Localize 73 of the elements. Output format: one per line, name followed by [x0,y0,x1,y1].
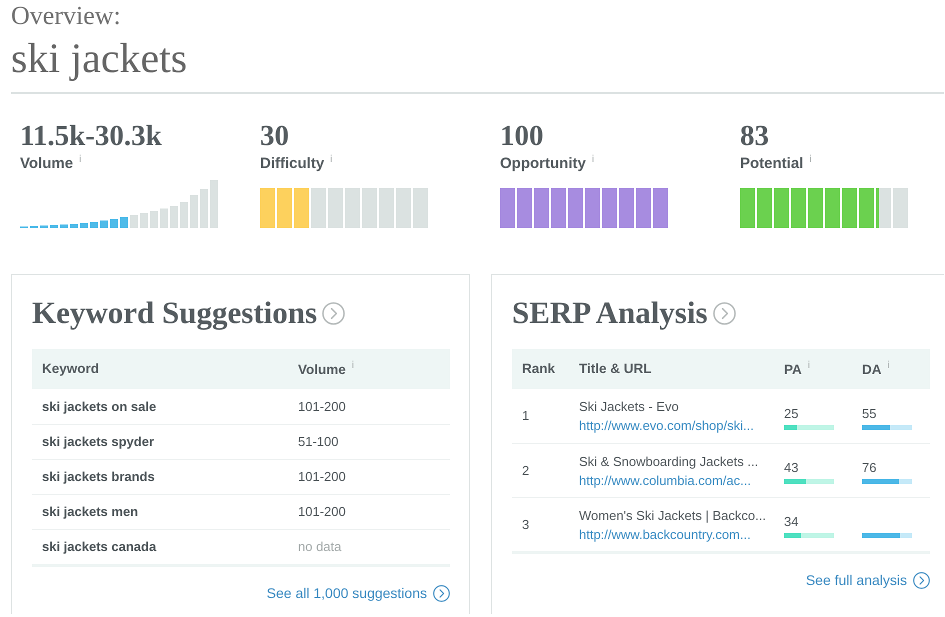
volume-cell-text: no data [297,538,342,556]
info-icon[interactable]: i [808,360,810,371]
info-icon[interactable]: i [809,154,812,165]
volume-bar [150,211,158,228]
result-url-link[interactable]: http://www.backcountry.com... [579,524,751,544]
page-authority-value: 43 [784,459,798,477]
keyword-cell-text: ski jackets brands [41,468,156,486]
keyword-cell-text: ski jackets men [41,503,140,522]
volume-cell-text: 51-100 [297,433,338,452]
metric-label: Opportunity [500,155,586,172]
info-icon[interactable]: i [888,360,890,371]
info-icon[interactable]: i [330,154,332,165]
rank-cell-text: 3 [521,516,530,534]
volume-cell-text: 101-200 [297,468,346,486]
keyword-title: ski jackets [11,35,188,83]
chevron-circle-icon[interactable] [913,572,930,589]
metric-value: 11.5k-30.3k [20,120,163,152]
card-title: Keyword Suggestions [32,294,318,332]
page-heading: Overview: [11,1,122,31]
rank-cell-text: 1 [521,407,530,426]
keyword-cell-text: ski jackets spyder [41,433,156,452]
card-title: SERP Analysis [512,294,708,332]
page-authority-value: 34 [784,513,798,531]
result-title: Women's Ski Jackets | Backco... [579,506,766,524]
volume-bar [100,220,108,228]
rank-cell-text: 2 [521,462,530,480]
domain-authority-value: 76 [862,459,876,477]
column-header: Volume [298,362,346,377]
metric-label: Volume [20,155,74,172]
volume-bar [190,195,198,228]
volume-bar [50,225,58,228]
volume-bar [110,219,118,228]
volume-bar [90,222,98,228]
volume-bar [140,213,148,228]
column-header: Title & URL [579,360,652,376]
info-icon[interactable]: i [352,360,354,371]
volume-bar [130,215,138,228]
chevron-circle-icon[interactable] [322,302,346,324]
column-header: Rank [522,360,556,376]
metric-value: 30 [260,120,290,152]
domain-authority-value: 55 [862,404,876,422]
keyword-cell-text: ski jackets canada [41,538,158,556]
chevron-circle-icon[interactable] [433,585,450,602]
volume-bar [170,206,178,228]
metric-label: Difficulty [260,155,324,172]
metric-label: Potential [740,155,804,172]
result-title: Ski & Snowboarding Jackets ... [579,452,758,470]
volume-bar [200,189,208,228]
volume-bar [210,180,218,228]
result-title: Ski Jackets - Evo [579,398,679,416]
volume-cell-text: 101-200 [297,503,346,522]
see-full-analysis-link[interactable]: See full analysis [806,570,930,591]
volume-bar [80,223,88,228]
volume-bar [120,217,128,228]
volume-bar [70,224,78,228]
volume-bar [60,224,68,228]
result-url-link[interactable]: http://www.columbia.com/ac... [579,470,751,490]
column-header: PA [784,362,802,377]
column-header: Keyword [42,360,100,376]
keyword-cell-text: ski jackets on sale [41,398,158,416]
chevron-circle-icon[interactable] [712,302,736,324]
result-url-link[interactable]: http://www.evo.com/shop/ski... [579,416,754,435]
volume-bar [40,226,48,228]
see-all-suggestions-link[interactable]: See all 1,000 suggestions [266,583,450,604]
page-authority-value: 25 [784,404,798,422]
metric-value: 83 [740,120,770,152]
metric-value: 100 [500,120,544,152]
info-icon[interactable]: i [79,154,82,165]
volume-cell-text: 101-200 [297,398,346,416]
column-header: DA [862,362,882,377]
volume-bar [180,202,188,228]
info-icon[interactable]: i [592,154,594,165]
volume-bar [160,208,168,228]
